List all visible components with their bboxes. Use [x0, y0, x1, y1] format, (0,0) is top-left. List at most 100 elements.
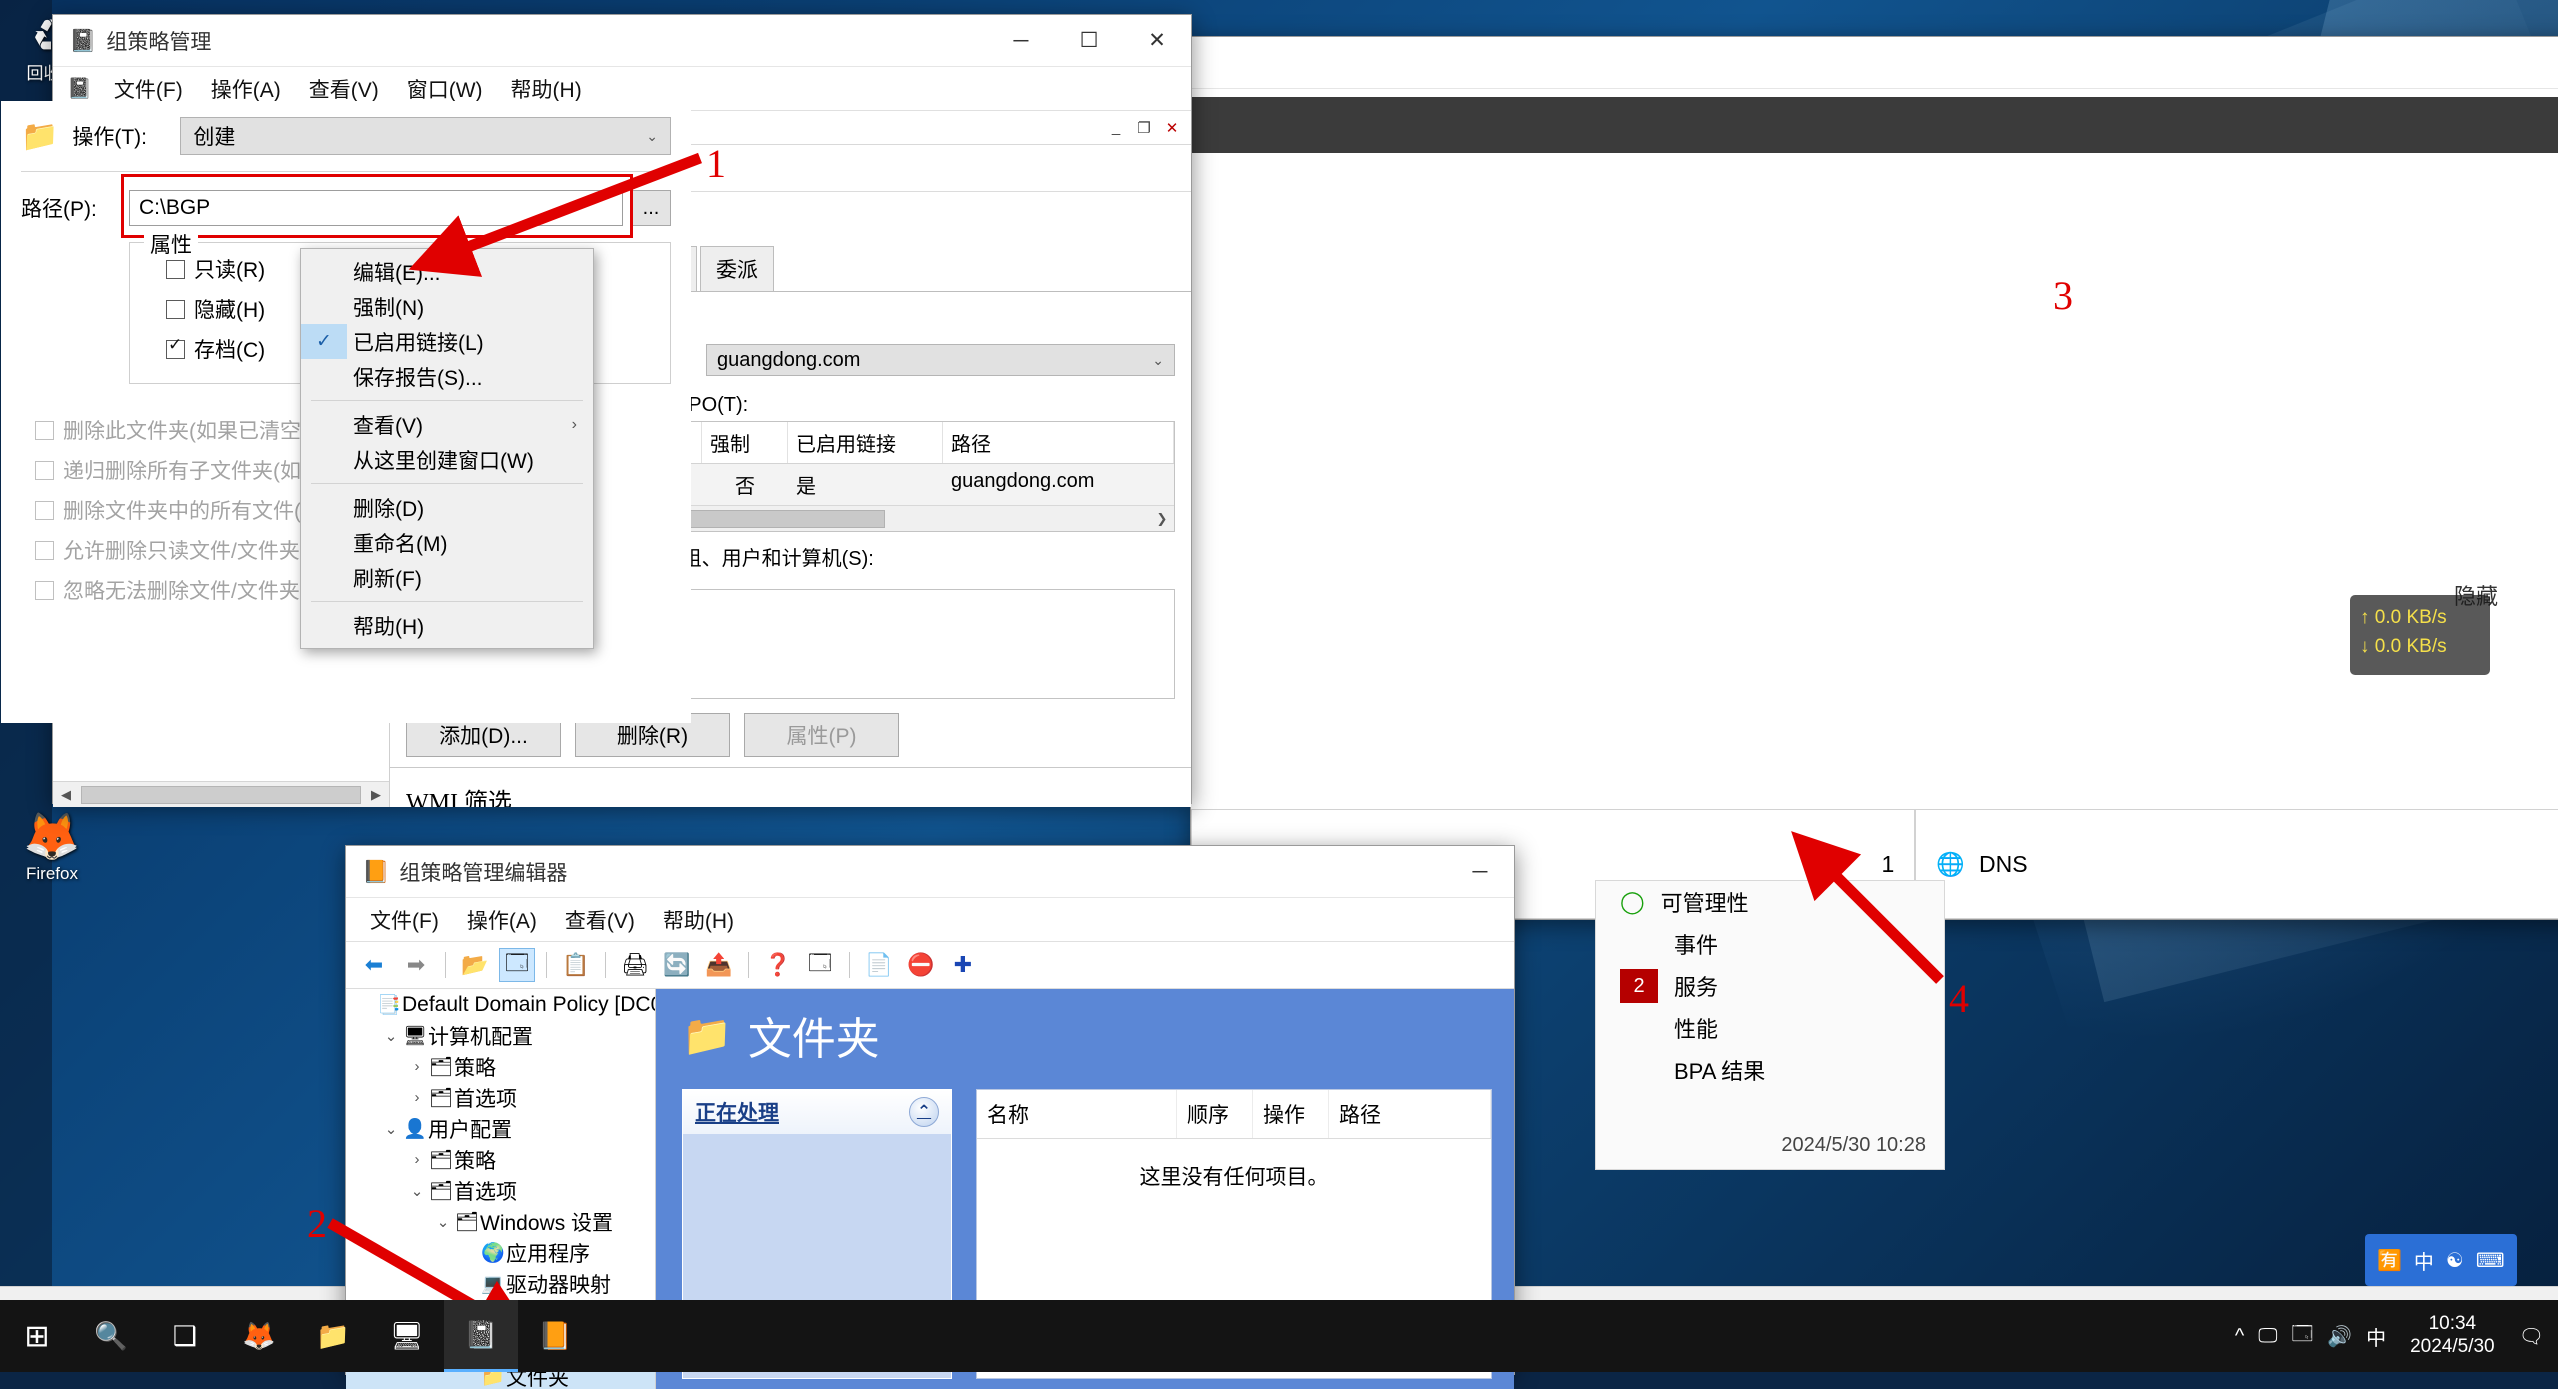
tray-chevron-icon[interactable]: ^ — [2235, 1325, 2244, 1348]
taskbar-app-explorer[interactable]: 📁 — [296, 1300, 370, 1372]
menu-item-label: 强制(N) — [347, 292, 424, 322]
add-icon[interactable]: ✚ — [945, 948, 981, 982]
taskbar-app-gpme[interactable]: 📙 — [518, 1300, 592, 1372]
tree-item[interactable]: ⌄🗂首选项 — [346, 1175, 655, 1206]
tray-network-icon[interactable]: 🗔 — [2291, 1319, 2313, 1353]
taskbar-clock[interactable]: 10:34 2024/5/30 — [2400, 1313, 2505, 1359]
print-icon[interactable]: 🖨 — [617, 948, 653, 982]
context-menu-item[interactable]: 帮助(H) — [301, 608, 593, 643]
child-minimize-button[interactable]: _ — [1103, 116, 1129, 140]
show-console-tree-icon[interactable]: 🗔 — [499, 948, 535, 982]
tray-volume-icon[interactable]: 🔊 — [2327, 1324, 2352, 1349]
scroll-thumb[interactable] — [81, 786, 361, 804]
menu-view[interactable]: 查看(V) — [551, 901, 649, 939]
tree-item-label: 策略 — [454, 1052, 496, 1082]
child-restore-button[interactable]: ❐ — [1131, 116, 1157, 140]
open-folder-icon[interactable]: 📂 — [457, 948, 493, 982]
system-tray: ^ 🖵 🗔 🔊 中 10:34 2024/5/30 🗨 — [2235, 1313, 2558, 1359]
back-icon[interactable]: ⬅ — [356, 948, 392, 982]
tab-delegation[interactable]: 委派 — [700, 246, 774, 291]
card-row-bpa[interactable]: BPA 结果 — [1596, 1049, 1944, 1091]
ime-keyboard-icon[interactable]: ⌨ — [2476, 1248, 2505, 1273]
scope-location-select[interactable]: guangdong.com ⌄ — [706, 344, 1175, 376]
scroll-right-arrow[interactable]: ▶ — [363, 787, 389, 803]
expand-chevron-right-icon[interactable]: › — [406, 1058, 428, 1075]
role-tile-dns[interactable]: 🌐 DNS 1 — [1915, 809, 2558, 919]
tree-item[interactable]: ⌄👤用户配置 — [346, 1113, 655, 1144]
processing-panel-header[interactable]: 正在处理 ⌃ — [683, 1090, 951, 1134]
action-label: 操作(T): — [72, 121, 180, 151]
tray-display-icon[interactable]: 🖵 — [2258, 1325, 2277, 1348]
ime-emoji-icon[interactable]: ☯ — [2446, 1248, 2464, 1273]
expand-chevron-down-icon[interactable]: ⌄ — [380, 1027, 402, 1045]
tree-item[interactable]: ⌄🖥计算机配置 — [346, 1020, 655, 1051]
clipboard-icon[interactable]: 📋 — [558, 948, 594, 982]
tree-horizontal-scrollbar[interactable]: ◀ ▶ — [53, 781, 389, 807]
context-menu-item[interactable]: 强制(N) — [301, 289, 593, 324]
scroll-left-arrow[interactable]: ◀ — [53, 787, 79, 803]
context-menu-item[interactable]: ✓已启用链接(L) — [301, 324, 593, 359]
expand-chevron-right-icon[interactable]: › — [406, 1089, 428, 1106]
close-button[interactable]: ✕ — [1123, 15, 1191, 66]
context-menu-item[interactable]: 查看(V)› — [301, 407, 593, 442]
export-icon[interactable]: 📤 — [701, 948, 737, 982]
context-menu-item[interactable]: 刷新(F) — [301, 560, 593, 595]
processing-label: 正在处理 — [695, 1097, 779, 1127]
gpme-window[interactable]: 📙 组策略管理编辑器 ─ 文件(F) 操作(A) 查看(V) 帮助(H) ⬅ ➡… — [345, 845, 1515, 1375]
refresh-icon[interactable]: 🔄 — [659, 948, 695, 982]
col-action[interactable]: 操作 — [1253, 1090, 1329, 1138]
tree-item[interactable]: ›🗂首选项 — [346, 1082, 655, 1113]
taskbar-app-firefox[interactable]: 🦊 — [222, 1300, 296, 1372]
expand-chevron-down-icon[interactable]: ⌄ — [380, 1120, 402, 1138]
tree-item[interactable]: ›🗂策略 — [346, 1144, 655, 1175]
help-icon[interactable]: ❓ — [760, 948, 796, 982]
new-folder-icon: 📁 — [21, 119, 58, 154]
col-path[interactable]: 路径 — [1329, 1090, 1491, 1138]
col-path[interactable]: 路径 — [943, 422, 1174, 463]
expand-chevron-down-icon[interactable]: ⌄ — [406, 1182, 428, 1200]
col-link-enabled[interactable]: 已启用链接 — [788, 422, 943, 463]
copy-icon[interactable]: 📄 — [861, 948, 897, 982]
scroll-right-arrow[interactable]: ❯ — [1150, 511, 1174, 527]
annotation-number-3: 3 — [2053, 272, 2073, 319]
taskbar-app-server-manager[interactable]: 🖥 — [370, 1300, 444, 1372]
desktop-icon-firefox[interactable]: 🦊 Firefox — [0, 810, 104, 884]
server-manager-window[interactable]: ─ ☐ ✕ 查看(V) 帮助(H) 隐藏 🗄 AD DS 1 🌐 DNS 1 🗃… — [1190, 36, 2558, 920]
annotation-arrow-4 — [1820, 860, 1950, 990]
search-icon[interactable]: 🔍 — [74, 1300, 148, 1372]
menu-help[interactable]: 帮助(H) — [649, 901, 748, 939]
col-name[interactable]: 名称 — [977, 1090, 1177, 1138]
tray-ime-lang[interactable]: 中 — [2366, 1322, 2386, 1351]
context-menu-item[interactable]: 重命名(M) — [301, 525, 593, 560]
context-menu-item[interactable]: 从这里创建窗口(W) — [301, 442, 593, 477]
taskbar[interactable]: ⊞ 🔍 ❑ 🦊 📁 🖥 📓 📙 ^ 🖵 🗔 🔊 中 10:34 2024/5/3… — [0, 1300, 2558, 1372]
disable-icon[interactable]: ⛔ — [903, 948, 939, 982]
col-order[interactable]: 顺序 — [1177, 1090, 1253, 1138]
child-close-button[interactable]: ✕ — [1159, 116, 1185, 140]
task-view-icon[interactable]: ❑ — [148, 1300, 222, 1372]
start-button[interactable]: ⊞ — [0, 1300, 74, 1372]
maximize-button[interactable]: ☐ — [1055, 15, 1123, 66]
col-enforced[interactable]: 强制 — [702, 422, 788, 463]
ime-mode[interactable]: 中 — [2414, 1246, 2434, 1275]
gpo-context-menu[interactable]: 编辑(E)...强制(N)✓已启用链接(L)保存报告(S)...查看(V)›从这… — [300, 248, 594, 649]
taskbar-app-gpmc[interactable]: 📓 — [444, 1300, 518, 1372]
checkbox-box — [166, 300, 185, 319]
minimize-button[interactable]: ─ — [1446, 846, 1514, 897]
context-menu-item[interactable]: 保存报告(S)... — [301, 359, 593, 394]
tree-item[interactable]: ›🗂策略 — [346, 1051, 655, 1082]
action-center-icon[interactable]: 🗨 — [2519, 1324, 2544, 1349]
chevron-up-icon[interactable]: ⌃ — [909, 1097, 939, 1127]
menu-file[interactable]: 文件(F) — [356, 901, 453, 939]
properties-icon[interactable]: 🗔 — [802, 948, 838, 982]
tree-item[interactable]: 📑Default Domain Policy [DC01.C — [346, 989, 655, 1020]
context-menu-item[interactable]: 删除(D) — [301, 490, 593, 525]
menu-action[interactable]: 操作(A) — [453, 901, 551, 939]
expand-chevron-right-icon[interactable]: › — [406, 1151, 428, 1168]
checkbox-label: 删除此文件夹(如果已清空)(D) — [63, 415, 337, 445]
minimize-button[interactable]: ─ — [987, 15, 1055, 66]
menu-item-label: 刷新(F) — [347, 563, 422, 593]
forward-icon[interactable]: ➡ — [398, 948, 434, 982]
ime-toolbar[interactable]: 🈶 中 ☯ ⌨ — [2365, 1234, 2517, 1286]
card-row-performance[interactable]: 性能 — [1596, 1007, 1944, 1049]
